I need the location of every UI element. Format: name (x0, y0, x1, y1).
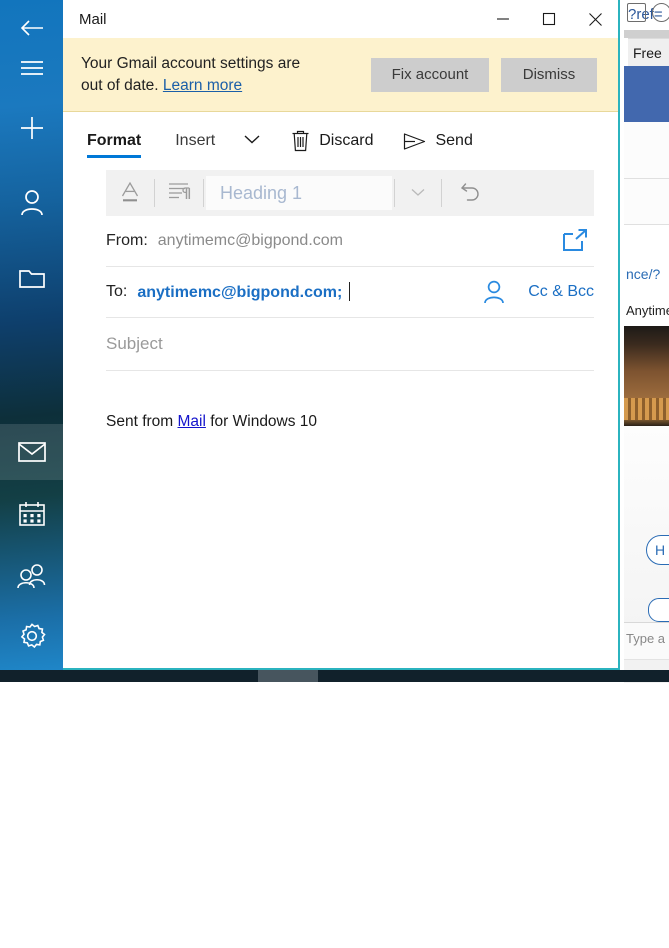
compose-fields: From: anytimemc@bigpond.com To: anytimem… (63, 216, 618, 371)
compose-command-bar: Format Insert Discard Send (63, 112, 618, 170)
close-button[interactable] (572, 0, 618, 38)
paragraph-button[interactable] (155, 170, 203, 216)
to-label: To: (106, 283, 128, 300)
active-tab-indicator (87, 155, 142, 158)
tab-insert-label: Insert (175, 132, 216, 149)
more-options-button[interactable] (237, 112, 267, 170)
discard-label: Discard (319, 132, 374, 149)
background-contact-name: Anytime (626, 303, 669, 318)
background-tabstrip (624, 30, 669, 38)
fix-account-button[interactable]: Fix account (371, 57, 489, 92)
banner-message: Your Gmail account settings are out of d… (81, 53, 371, 97)
to-recipient-text: anytimemc@bigpond.com; (137, 284, 343, 301)
minimize-button[interactable] (480, 0, 526, 38)
chevron-down-icon (410, 184, 426, 202)
person-icon (19, 189, 45, 217)
paragraph-style-field[interactable]: Heading 1 (206, 176, 392, 210)
subject-row[interactable]: Subject (106, 318, 594, 371)
mail-compose-window: Mail Your Gmail account settings are out… (63, 0, 620, 670)
background-action-button[interactable]: H (646, 535, 669, 565)
cc-bcc-button[interactable]: Cc & Bcc (528, 283, 594, 301)
sidebar-item-settings[interactable] (0, 608, 63, 664)
maximize-button[interactable] (526, 0, 572, 38)
person-icon[interactable] (482, 279, 506, 305)
hamburger-icon (19, 58, 45, 78)
sidebar-item-accounts[interactable] (0, 175, 63, 231)
sidebar-item-people[interactable] (0, 548, 63, 604)
background-tab[interactable]: Free (628, 38, 669, 66)
title-bar: Mail (63, 0, 618, 38)
background-blue-header (624, 66, 669, 122)
paragraph-icon (167, 180, 191, 207)
message-body[interactable]: Sent from Mail for Windows 10 (63, 371, 618, 431)
people-icon (16, 563, 48, 589)
back-arrow-icon (17, 13, 47, 43)
to-row[interactable]: To: anytimemc@bigpond.com; Cc & Bcc (106, 267, 594, 318)
sidebar-item-menu[interactable] (0, 40, 63, 96)
sidebar-item-folders[interactable] (0, 250, 63, 306)
dismiss-button[interactable]: Dismiss (501, 57, 597, 92)
subject-placeholder: Subject (106, 334, 163, 353)
taskbar[interactable] (0, 670, 669, 682)
background-content-block-1 (624, 122, 669, 178)
app-navigation-rail (0, 0, 63, 670)
popout-icon[interactable] (556, 227, 594, 255)
sidebar-item-new-mail[interactable] (0, 100, 63, 156)
tab-format-label: Format (87, 132, 142, 149)
to-value[interactable]: anytimemc@bigpond.com; (137, 282, 482, 302)
background-divider-2 (624, 224, 669, 225)
page-title: Mail (79, 10, 107, 28)
image-icon[interactable] (627, 3, 646, 22)
from-label: From: (106, 232, 148, 249)
send-label: Send (435, 132, 473, 149)
send-icon (403, 132, 426, 151)
sidebar-item-calendar[interactable] (0, 486, 63, 542)
background-link-fragment[interactable]: nce/? (624, 262, 669, 286)
background-message-bubble (648, 598, 669, 622)
mail-app-link[interactable]: Mail (178, 413, 206, 430)
font-color-button[interactable] (106, 170, 154, 216)
from-row[interactable]: From: anytimemc@bigpond.com (106, 216, 594, 267)
undo-button[interactable] (442, 170, 500, 216)
discard-button[interactable]: Discard (291, 112, 373, 170)
taskbar-active-item[interactable] (258, 670, 318, 682)
folder-icon (18, 266, 46, 290)
trash-icon (291, 130, 310, 152)
background-message-placeholder: Type a m (626, 631, 669, 646)
tab-format[interactable]: Format (87, 112, 142, 170)
banner-message-line2: out of date. (81, 76, 163, 94)
account-warning-banner: Your Gmail account settings are out of d… (63, 38, 618, 112)
tab-insert[interactable]: Insert (175, 112, 215, 170)
plus-icon (18, 114, 46, 142)
send-button[interactable]: Send (403, 112, 473, 170)
signature-prefix: Sent from (106, 413, 178, 430)
banner-message-line1: Your Gmail account settings are (81, 54, 301, 72)
undo-icon (459, 180, 483, 207)
text-cursor (349, 282, 351, 301)
signature-suffix: for Windows 10 (205, 413, 318, 430)
chevron-down-icon (243, 132, 261, 150)
font-color-icon (119, 179, 141, 208)
ribbon-divider-2 (203, 179, 204, 207)
background-photo (624, 326, 669, 426)
envelope-icon (17, 441, 47, 463)
emoji-icon[interactable] (652, 3, 669, 22)
from-value: anytimemc@bigpond.com (157, 232, 343, 249)
gear-icon (18, 622, 46, 650)
calendar-icon (18, 501, 46, 527)
style-dropdown-button[interactable] (395, 170, 441, 216)
learn-more-link[interactable]: Learn more (163, 77, 242, 94)
format-ribbon: Heading 1 (106, 170, 594, 216)
sidebar-item-mail[interactable] (0, 424, 63, 480)
background-content-block-2 (624, 179, 669, 224)
